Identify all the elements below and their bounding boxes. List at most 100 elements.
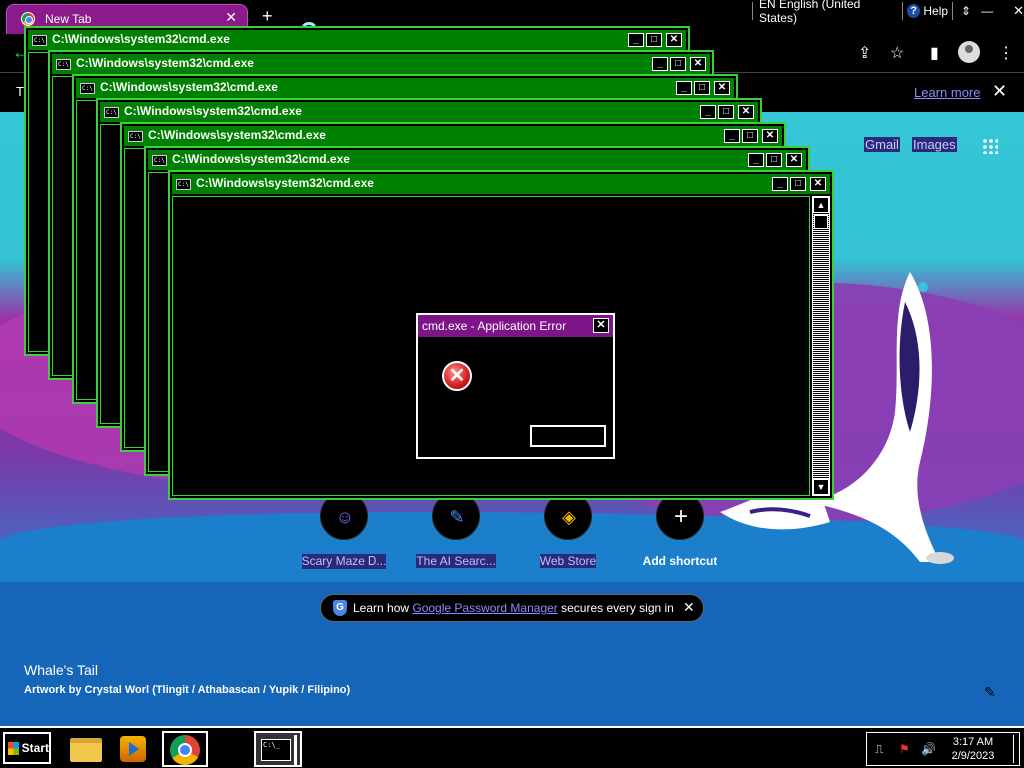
google-apps-icon[interactable] — [982, 138, 998, 154]
minimize-button[interactable]: _ — [724, 129, 740, 143]
password-banner-text: Learn how Google Password Manager secure… — [353, 601, 674, 615]
google-shield-icon: G — [333, 600, 347, 616]
minimize-button[interactable]: _ — [676, 81, 692, 95]
scroll-thumb[interactable] — [814, 215, 828, 229]
taskbar: Start C:\_ ⎍ ⚑ 🔊 3:17 AM 2/9/2023 — [0, 726, 1024, 768]
cmd-window-title: C:\Windows\system32\cmd.exe — [124, 104, 302, 118]
menu-icon[interactable]: ⋮ — [998, 43, 1014, 63]
cmd-app-icon: C:\ — [104, 107, 119, 118]
cmd-window-title: C:\Windows\system32\cmd.exe — [76, 56, 254, 70]
vertical-scrollbar[interactable]: ▲▼ — [812, 196, 830, 496]
close-button[interactable]: ✕ — [666, 33, 682, 47]
minimize-button[interactable]: _ — [652, 57, 668, 71]
minimize-button[interactable]: _ — [748, 153, 764, 167]
artwork-credit[interactable]: Artwork by Crystal Worl (Tlingit / Athab… — [24, 684, 350, 696]
file-explorer-icon[interactable] — [64, 732, 106, 766]
application-error-dialog: cmd.exe - Application Error ✕ ✕ — [416, 313, 615, 459]
show-desktop-button[interactable] — [1013, 735, 1019, 763]
add-shortcut-button[interactable]: + Add shortcut — [625, 492, 735, 573]
cmd-title-bar[interactable]: C:\ C:\Windows\system32\cmd.exe _ □ ✕ — [100, 102, 758, 122]
language-bar-options-icon[interactable]: ⇕ — [961, 4, 971, 18]
maximize-button[interactable]: □ — [670, 57, 686, 71]
maximize-button[interactable]: □ — [694, 81, 710, 95]
gmail-link[interactable]: Gmail — [864, 137, 900, 152]
cmd-title-bar[interactable]: C:\ C:\Windows\system32\cmd.exe _ □ ✕ — [172, 174, 830, 194]
scroll-down-arrow-icon[interactable]: ▼ — [813, 479, 829, 495]
network-icon[interactable]: ⎍ — [875, 742, 883, 757]
start-button[interactable]: Start — [3, 732, 51, 764]
divider — [952, 2, 954, 20]
maximize-button[interactable]: □ — [766, 153, 782, 167]
clock-date[interactable]: 2/9/2023 — [945, 750, 1001, 762]
banner-close-icon[interactable]: ✕ — [683, 599, 695, 616]
maximize-button[interactable]: □ — [718, 105, 734, 119]
bookmark-star-icon[interactable]: ☆ — [890, 43, 904, 63]
shortcut-label: The AI Searc... — [416, 554, 496, 568]
cmd-title-bar[interactable]: C:\ C:\Windows\system32\cmd.exe _ □ ✕ — [124, 126, 782, 146]
cmd-window-title: C:\Windows\system32\cmd.exe — [100, 80, 278, 94]
images-link[interactable]: Images — [912, 137, 957, 152]
close-window-button[interactable]: ✕ — [1013, 3, 1024, 19]
close-button[interactable]: ✕ — [762, 129, 778, 143]
divider — [752, 2, 753, 20]
close-button[interactable]: ✕ — [738, 105, 754, 119]
tab-close-icon[interactable]: ✕ — [225, 9, 237, 26]
artwork-title[interactable]: Whale's Tail — [24, 662, 98, 678]
close-button[interactable]: ✕ — [714, 81, 730, 95]
minimize-window-button[interactable]: — — [981, 4, 993, 18]
close-button[interactable]: ✕ — [690, 57, 706, 71]
shortcut-label: Add shortcut — [642, 554, 718, 568]
cmd-window-title: C:\Windows\system32\cmd.exe — [52, 32, 230, 46]
cmd-title-bar[interactable]: C:\ C:\Windows\system32\cmd.exe _ □ ✕ — [148, 150, 806, 170]
cmd-app-icon: C:\ — [80, 83, 95, 94]
dialog-title: cmd.exe - Application Error — [422, 319, 567, 333]
cmd-window-title: C:\Windows\system32\cmd.exe — [148, 128, 326, 142]
share-icon[interactable]: ⇪ — [858, 43, 871, 63]
shortcut-tile[interactable]: ◈ Web Store — [513, 492, 623, 573]
cmd-title-bar[interactable]: C:\ C:\Windows\system32\cmd.exe _ □ ✕ — [52, 54, 710, 74]
language-indicator[interactable]: EN English (United States) — [757, 0, 898, 25]
maximize-button[interactable]: □ — [742, 129, 758, 143]
cmd-app-icon: C:\ — [32, 35, 47, 46]
shortcut-tile[interactable]: ✎ The AI Searc... — [401, 492, 511, 573]
clock-time[interactable]: 3:17 AM — [945, 736, 1001, 748]
close-button[interactable]: ✕ — [786, 153, 802, 167]
volume-icon[interactable]: 🔊 — [921, 742, 936, 756]
dialog-close-button[interactable]: ✕ — [593, 318, 609, 333]
profile-avatar[interactable] — [958, 41, 980, 63]
cmd-taskbar-icon[interactable]: C:\_ — [254, 731, 302, 767]
language-bar: EN English (United States) ? Help ⇕ — ✕ — [748, 0, 1024, 25]
customize-pencil-icon[interactable]: ✎ — [984, 684, 996, 701]
scroll-up-arrow-icon[interactable]: ▲ — [813, 197, 829, 213]
close-button[interactable]: ✕ — [810, 177, 826, 191]
minimize-button[interactable]: _ — [772, 177, 788, 191]
action-center-flag-icon[interactable]: ⚑ — [899, 742, 910, 756]
cmd-title-bar[interactable]: C:\ C:\Windows\system32\cmd.exe _ □ ✕ — [28, 30, 686, 50]
info-bar-text: T — [16, 84, 24, 99]
cmd-window-title: C:\Windows\system32\cmd.exe — [172, 152, 350, 166]
maximize-button[interactable]: □ — [790, 177, 806, 191]
password-manager-link[interactable]: Google Password Manager — [412, 601, 557, 615]
help-icon[interactable]: ? — [906, 4, 921, 18]
shortcut-label: Scary Maze Ꭰ... — [301, 554, 387, 569]
chrome-icon[interactable] — [162, 731, 208, 767]
shortcut-tile[interactable]: ☺ Scary Maze Ꭰ... — [289, 492, 399, 574]
cmd-title-bar[interactable]: C:\ C:\Windows\system32\cmd.exe _ □ ✕ — [76, 78, 734, 98]
tab-title: New Tab — [45, 12, 92, 26]
dialog-ok-button[interactable] — [530, 425, 606, 447]
learn-more-link[interactable]: Learn more — [914, 85, 980, 100]
maximize-button[interactable]: □ — [646, 33, 662, 47]
help-label[interactable]: Help — [923, 4, 948, 18]
dialog-title-bar[interactable]: cmd.exe - Application Error ✕ — [418, 315, 613, 337]
minimize-button[interactable]: _ — [628, 33, 644, 47]
info-bar-close-icon[interactable]: ✕ — [992, 81, 1007, 102]
system-tray: ⎍ ⚑ 🔊 3:17 AM 2/9/2023 — [866, 732, 1020, 766]
side-panel-icon[interactable]: ▮ — [930, 43, 939, 63]
error-icon: ✕ — [442, 361, 472, 391]
minimize-button[interactable]: _ — [700, 105, 716, 119]
password-manager-banner: G Learn how Google Password Manager secu… — [320, 594, 704, 622]
windows-logo-icon — [8, 741, 19, 755]
chrome-favicon-icon — [21, 12, 35, 26]
new-tab-button[interactable]: + — [262, 6, 273, 27]
media-player-icon[interactable] — [112, 732, 154, 766]
